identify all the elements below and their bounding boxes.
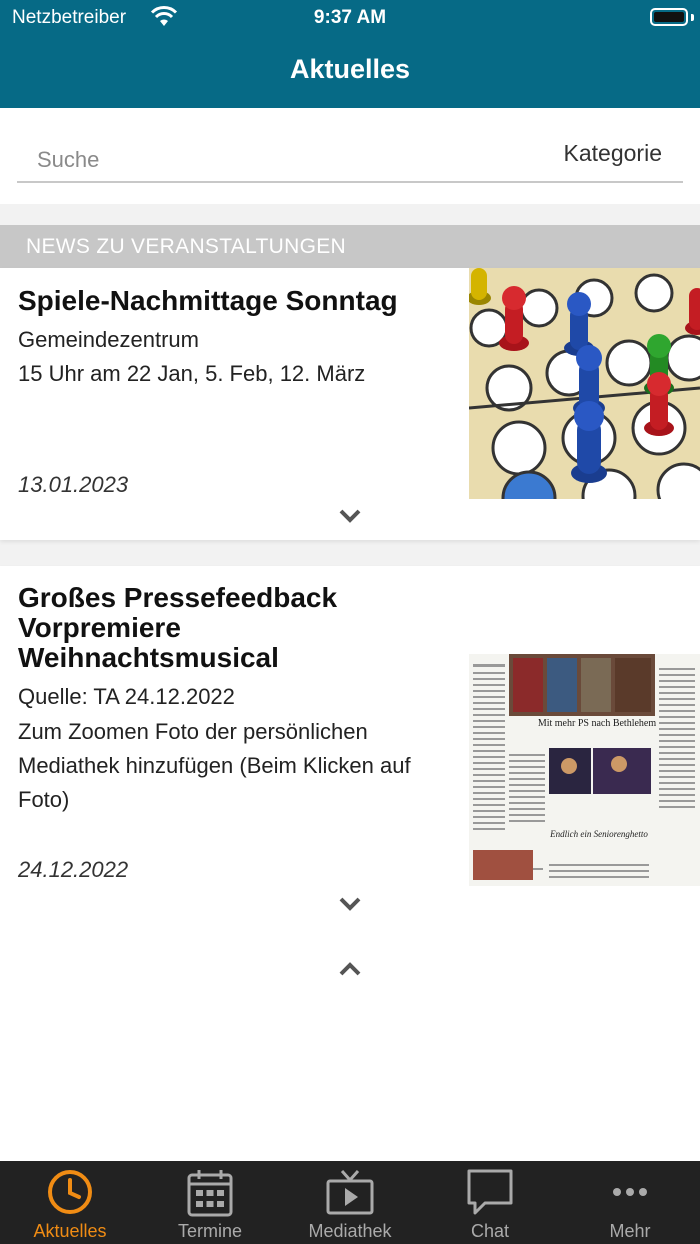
news-text-line: Quelle: TA 24.12.2022 xyxy=(18,684,235,709)
status-bar: Netzbetreiber 9:37 AM xyxy=(0,0,700,36)
news-text-line: Zum Zoomen Foto der persönlichen xyxy=(18,719,368,744)
expand-chevron-icon[interactable] xyxy=(338,508,362,524)
battery-icon xyxy=(650,8,688,26)
calendar-icon xyxy=(187,1170,233,1217)
tab-aktuelles[interactable]: Aktuelles xyxy=(0,1161,140,1244)
app-header: Netzbetreiber 9:37 AM Aktuelles xyxy=(0,0,700,108)
page-title: Aktuelles xyxy=(289,54,411,84)
tab-label: Aktuelles xyxy=(33,1221,107,1241)
section-header: NEWS ZU VERANSTALTUNGEN xyxy=(0,225,700,268)
news-text-line: Mediathek hinzufügen (Beim Klicken auf xyxy=(18,753,411,778)
news-text-line: Foto) xyxy=(18,787,70,812)
battery-tip xyxy=(691,14,694,21)
tab-termine[interactable]: Termine xyxy=(140,1161,280,1244)
news-date: 13.01.2023 xyxy=(18,472,129,497)
status-time: 9:37 AM xyxy=(313,7,387,28)
tv-play-icon xyxy=(326,1170,374,1215)
tab-label: Termine xyxy=(177,1221,243,1241)
expand-chevron-icon[interactable] xyxy=(338,896,362,912)
tab-chat[interactable]: Chat xyxy=(420,1161,560,1244)
tab-label: Chat xyxy=(470,1221,510,1241)
news-title-line: Großes Pressefeedback xyxy=(18,582,338,613)
news-title: Spiele-Nachmittage Sonntag xyxy=(18,285,398,316)
collapse-chevron-icon[interactable] xyxy=(338,961,362,977)
category-filter-button[interactable]: Kategorie xyxy=(564,140,662,167)
news-card[interactable]: Spiele-Nachmittage Sonntag Gemeindezentr… xyxy=(0,268,700,540)
clock-icon xyxy=(48,1170,92,1214)
search-bar: Kategorie xyxy=(0,108,700,204)
news-text-line: Gemeindezentrum xyxy=(18,327,199,352)
clipping-headline: Mit mehr PS nach Bethlehem xyxy=(537,718,657,729)
tab-bar: Aktuelles Termine Mediathek Chat Mehr xyxy=(0,1161,700,1244)
more-dots-icon xyxy=(613,1188,647,1196)
tab-mehr[interactable]: Mehr xyxy=(560,1161,700,1244)
news-title-line: Vorpremiere xyxy=(18,612,181,643)
tab-mediathek[interactable]: Mediathek xyxy=(280,1161,420,1244)
chat-bubble-icon xyxy=(467,1169,513,1215)
news-image-board-game[interactable] xyxy=(469,268,700,499)
news-card[interactable]: Großes Pressefeedback Vorpremiere Weihna… xyxy=(0,566,700,926)
tab-label: Mediathek xyxy=(308,1221,392,1241)
search-input[interactable] xyxy=(17,132,497,188)
news-title-line: Weihnachtsmusical xyxy=(18,642,279,673)
tab-label: Mehr xyxy=(609,1221,651,1241)
search-underline xyxy=(17,181,683,183)
news-image-newspaper[interactable]: Mit mehr PS nach Bethlehem Endlich ein S… xyxy=(469,654,700,886)
news-date: 24.12.2022 xyxy=(18,857,129,882)
clipping-subheadline: Endlich ein Seniorenghetto xyxy=(550,829,648,839)
news-text-line: 15 Uhr am 22 Jan, 5. Feb, 12. März xyxy=(18,361,366,386)
